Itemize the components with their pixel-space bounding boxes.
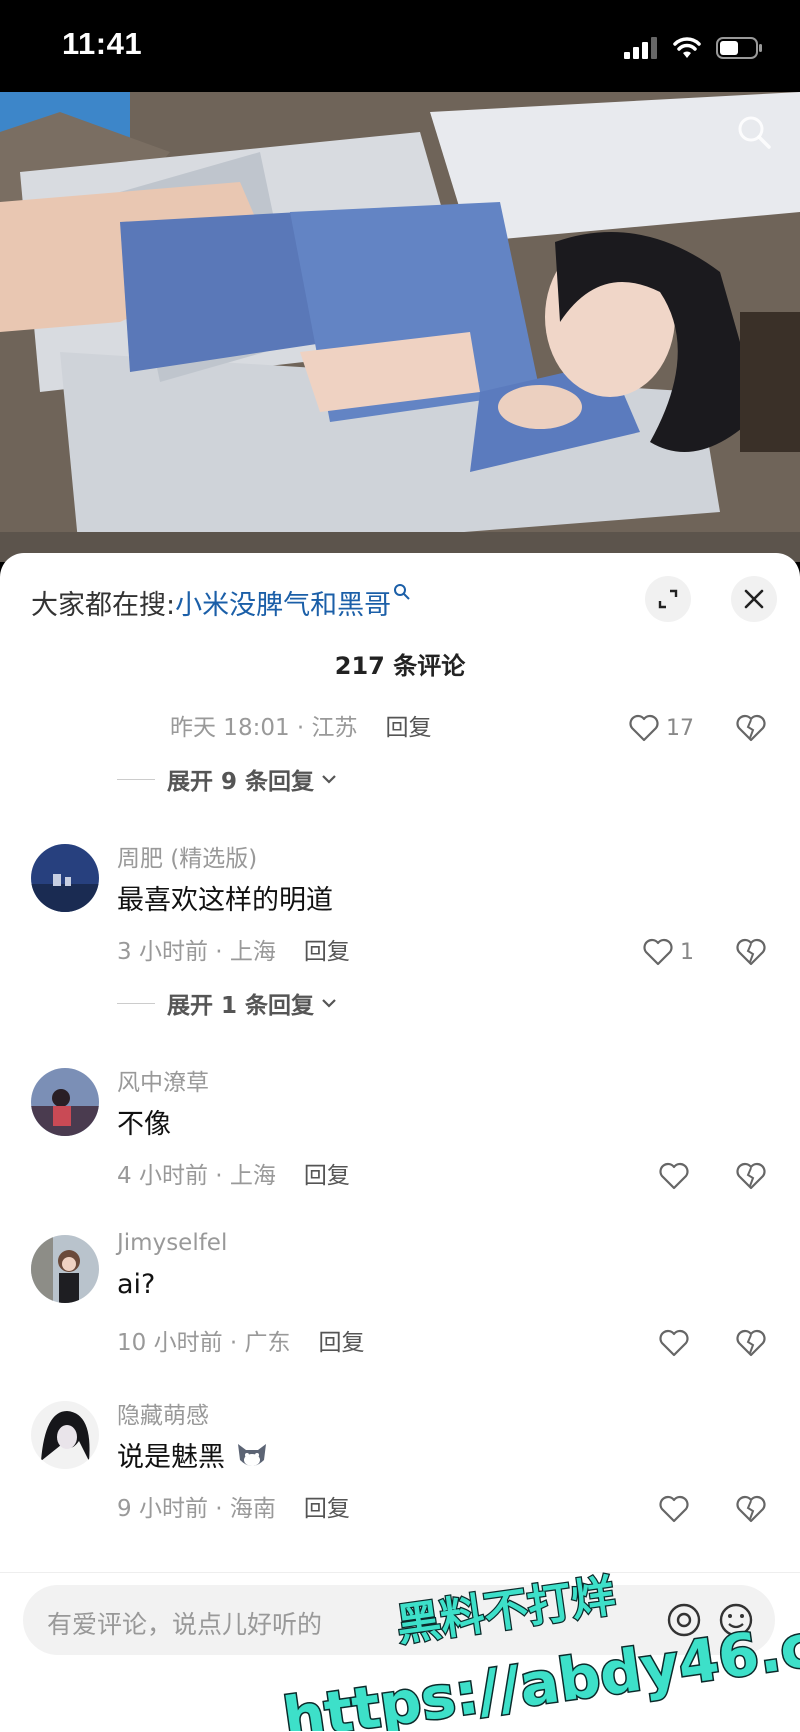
close-icon: [744, 589, 764, 609]
video-frame[interactable]: [0, 92, 800, 562]
expand-replies-label: 展开 1 条回复: [167, 993, 315, 1019]
comment-input[interactable]: 有爱评论，说点儿好听的: [23, 1585, 775, 1655]
at-icon[interactable]: [665, 1601, 703, 1639]
heart-icon: [659, 1495, 689, 1523]
comment-meta: 3 小时前 · 上海 回复: [117, 932, 350, 972]
like-button[interactable]: 17: [628, 708, 694, 748]
expand-replies-button[interactable]: 展开 9 条回复: [117, 761, 338, 797]
comment-username[interactable]: 隐藏萌感: [117, 1396, 209, 1430]
comment-text: 说是魅黑: [117, 1435, 270, 1474]
comment-time: 10 小时前 · 广东: [117, 1330, 291, 1356]
video-scene: [0, 92, 800, 562]
sheet-header: 大家都在搜:小米没脾气和黑哥: [0, 553, 800, 633]
avatar[interactable]: [31, 1068, 99, 1136]
comment-meta: 9 小时前 · 海南 回复: [117, 1489, 350, 1529]
chevron-down-icon: [322, 775, 336, 784]
like-button[interactable]: [658, 1323, 690, 1363]
emoji-icon: [237, 1444, 266, 1466]
chevron-down-icon: [322, 999, 336, 1008]
status-icons: [624, 34, 764, 62]
close-button[interactable]: [731, 576, 777, 622]
battery-icon: [716, 37, 762, 59]
dislike-button[interactable]: [735, 932, 767, 972]
smiley-icon[interactable]: [717, 1601, 755, 1639]
comment-text: ai?: [117, 1269, 156, 1300]
expand-button[interactable]: [645, 576, 691, 622]
reply-button[interactable]: 回复: [386, 715, 432, 741]
comment-meta: 10 小时前 · 广东 回复: [117, 1323, 365, 1363]
trending-search-prefix: 大家都在搜:: [31, 590, 176, 621]
comment-time: 昨天 18:01 · 江苏: [170, 715, 358, 741]
signal-icon: [624, 37, 657, 59]
search-icon: [394, 584, 410, 600]
like-count: 1: [680, 939, 694, 965]
comment-text-content: 说是魅黑: [117, 1442, 225, 1473]
reply-button[interactable]: 回复: [304, 1163, 350, 1189]
comment-time: 3 小时前 · 上海: [117, 939, 276, 965]
like-button[interactable]: [658, 1489, 690, 1529]
dislike-button[interactable]: [735, 1489, 767, 1529]
comment-text: 最喜欢这样的明道: [117, 885, 333, 916]
comment-time: 9 小时前 · 海南: [117, 1496, 276, 1522]
avatar[interactable]: [31, 844, 99, 912]
trending-search-hint[interactable]: 大家都在搜:小米没脾气和黑哥: [31, 583, 411, 622]
reply-button[interactable]: 回复: [304, 1496, 350, 1522]
heart-icon: [629, 714, 659, 742]
comment-input-placeholder: 有爱评论，说点儿好听的: [47, 1610, 323, 1639]
expand-replies-button[interactable]: 展开 1 条回复: [117, 985, 338, 1021]
like-button[interactable]: [658, 1156, 690, 1196]
wifi-icon: [673, 37, 701, 58]
broken-heart-icon: [736, 1495, 766, 1523]
status-bar: 11:41: [0, 0, 800, 92]
divider: [117, 778, 155, 780]
input-icons: [665, 1601, 755, 1639]
comment-meta: 昨天 18:01 · 江苏 回复: [170, 708, 432, 748]
comment-username[interactable]: 周肥 (精选版): [117, 839, 257, 873]
heart-icon: [659, 1162, 689, 1190]
avatar[interactable]: [31, 1235, 99, 1303]
reply-button[interactable]: 回复: [304, 939, 350, 965]
comment-input-bar: 有爱评论，说点儿好听的: [0, 1572, 800, 1732]
status-time: 11:41: [62, 26, 143, 61]
like-button[interactable]: 1: [642, 932, 694, 972]
reply-button[interactable]: 回复: [319, 1330, 365, 1356]
expand-icon: [658, 589, 678, 609]
comment-username[interactable]: 风中潦草: [117, 1063, 209, 1097]
broken-heart-icon: [736, 938, 766, 966]
comment-meta: 4 小时前 · 上海 回复: [117, 1156, 350, 1196]
dislike-button[interactable]: [735, 1156, 767, 1196]
broken-heart-icon: [736, 1162, 766, 1190]
comment-username[interactable]: Jimyselfel: [117, 1230, 227, 1256]
divider: [117, 1002, 155, 1004]
broken-heart-icon: [736, 1329, 766, 1357]
trending-search-keyword[interactable]: 小米没脾气和黑哥: [175, 590, 391, 621]
expand-replies-label: 展开 9 条回复: [167, 769, 315, 795]
comment-count: 217 条评论: [334, 652, 466, 680]
like-count: 17: [666, 715, 694, 741]
dislike-button[interactable]: [735, 708, 767, 748]
broken-heart-icon: [736, 714, 766, 742]
comments-sheet: 大家都在搜:小米没脾气和黑哥 217 条评论 昨天 18:01 · 江苏 回复 1…: [0, 553, 800, 1731]
search-icon[interactable]: [734, 112, 774, 152]
heart-icon: [643, 938, 673, 966]
comment-time: 4 小时前 · 上海: [117, 1163, 276, 1189]
avatar[interactable]: [31, 1401, 99, 1469]
dislike-button[interactable]: [735, 1323, 767, 1363]
comment-text: 不像: [117, 1109, 171, 1140]
heart-icon: [659, 1329, 689, 1357]
